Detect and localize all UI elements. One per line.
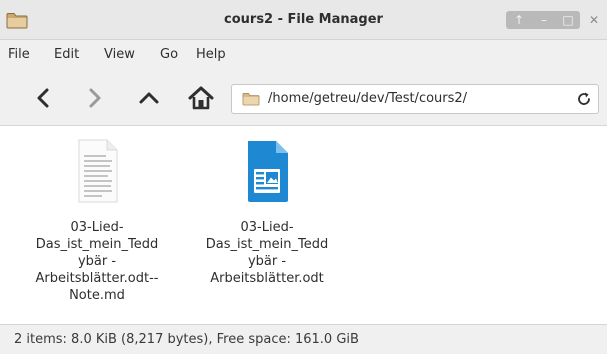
file-name: 03-Lied- Das_ist_mein_Tedd ybär - Arbeit… [205,220,329,286]
toolbar: /home/getreu/dev/Test/cours2/ [0,70,607,126]
file-name: 03-Lied- Das_ist_mein_Tedd ybär - Arbeit… [35,220,159,303]
forward-button[interactable] [80,84,110,112]
title-bar: cours2 - File Manager ↑ – □ ✕ [0,0,607,40]
menu-edit[interactable]: Edit [54,40,79,70]
writer-document-icon [248,141,288,202]
status-text: 2 items: 8.0 KiB (8,217 bytes), Free spa… [14,332,359,347]
reload-icon[interactable] [576,91,592,107]
chevron-up-icon [139,92,159,104]
back-button[interactable] [28,84,58,112]
home-button[interactable] [186,84,216,112]
window-controls: ↑ – □ ✕ [506,11,607,29]
location-bar[interactable]: /home/getreu/dev/Test/cours2/ [231,84,599,114]
minimize-button[interactable]: – [532,11,556,29]
home-icon [188,86,214,110]
file-item[interactable]: 03-Lied- Das_ist_mein_Tedd ybär - Arbeit… [192,139,342,319]
menu-bar: File Edit View Go Help [0,40,607,70]
maximize-button[interactable]: □ [556,11,580,29]
file-item[interactable]: 03-Lied- Das_ist_mein_Tedd ybär - Arbeit… [22,139,172,319]
close-button[interactable]: ✕ [584,11,604,29]
chevron-right-icon [89,88,101,108]
chevron-left-icon [37,88,49,108]
file-view[interactable]: 03-Lied- Das_ist_mein_Tedd ybär - Arbeit… [0,127,607,324]
up-button[interactable] [134,84,164,112]
status-bar: 2 items: 8.0 KiB (8,217 bytes), Free spa… [0,324,607,354]
sticky-button[interactable]: ↑ [506,11,532,29]
location-path: /home/getreu/dev/Test/cours2/ [268,91,468,106]
menu-view[interactable]: View [104,40,135,70]
menu-go[interactable]: Go [160,40,178,70]
folder-icon [242,93,260,106]
menu-help[interactable]: Help [196,40,226,70]
menu-file[interactable]: File [8,40,30,70]
text-document-icon [78,139,118,203]
